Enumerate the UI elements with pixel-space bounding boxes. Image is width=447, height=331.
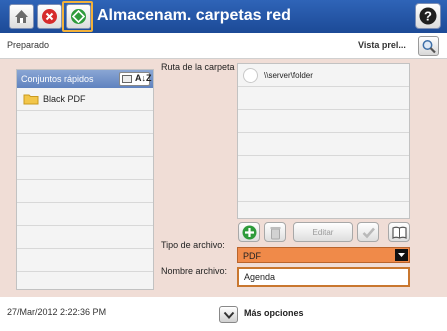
folder-icon [23, 94, 39, 105]
quick-sets-panel: Conjuntos rápidos A↓Z Black PDF [16, 69, 154, 290]
help-button[interactable]: ? [415, 3, 441, 29]
chevron-down-icon [223, 311, 235, 319]
start-button[interactable] [66, 4, 91, 29]
quick-set-item[interactable]: Black PDF [17, 88, 153, 111]
magnifier-icon [422, 40, 436, 54]
main-panel: Conjuntos rápidos A↓Z Black PDF Ruta de … [0, 59, 447, 297]
folder-path-item[interactable] [238, 156, 409, 179]
folder-path-item[interactable] [238, 179, 409, 202]
quick-set-item[interactable] [17, 157, 153, 180]
check-icon [362, 227, 375, 239]
preview-button[interactable] [418, 36, 439, 56]
quick-sets-header: Conjuntos rápidos A↓Z [17, 70, 153, 88]
quick-set-item[interactable] [17, 249, 153, 272]
folder-path-item[interactable] [238, 202, 409, 218]
home-icon [15, 10, 28, 23]
preview-label: Vista prel... [358, 40, 406, 50]
page-title: Almacenam. carpetas red [97, 7, 291, 24]
file-type-value: PDF [243, 251, 261, 261]
folder-path-list: \\server\folder [237, 63, 410, 219]
start-icon [71, 9, 86, 24]
quick-set-item[interactable] [17, 111, 153, 134]
help-icon: ? [419, 7, 437, 25]
edit-button[interactable]: Editar [293, 222, 353, 242]
quick-set-item[interactable] [17, 272, 153, 289]
quick-set-label: Black PDF [43, 94, 86, 104]
sort-button[interactable]: A↓Z [119, 72, 152, 86]
svg-text:?: ? [424, 9, 432, 24]
folder-path-item[interactable] [238, 87, 409, 110]
folder-path-item[interactable] [238, 133, 409, 156]
quick-set-item[interactable] [17, 203, 153, 226]
add-icon [242, 225, 257, 240]
quick-set-item[interactable] [17, 134, 153, 157]
home-button[interactable] [9, 4, 34, 29]
trash-icon [270, 227, 281, 240]
quick-set-item[interactable] [17, 226, 153, 249]
status-row: Preparado Vista prel... [0, 33, 447, 59]
stop-icon [42, 9, 57, 24]
folder-path-item[interactable] [238, 110, 409, 133]
check-button[interactable] [357, 222, 379, 242]
edit-label: Editar [312, 228, 334, 237]
folder-path-label: Ruta de la carpeta [161, 62, 235, 72]
status-text: Preparado [7, 40, 50, 50]
radio-icon [243, 68, 258, 83]
folder-path-item[interactable]: \\server\folder [238, 64, 409, 87]
file-name-label: Nombre archivo: [161, 266, 228, 276]
quick-sets-label: Conjuntos rápidos [21, 74, 94, 84]
add-button[interactable] [238, 222, 260, 242]
folder-path-text: \\server\folder [264, 71, 313, 80]
sort-box-icon [122, 75, 132, 83]
file-type-label: Tipo de archivo: [161, 240, 225, 250]
quick-set-item[interactable] [17, 180, 153, 203]
datetime: 27/Mar/2012 2:22:36 PM [7, 307, 107, 317]
chevron-down-icon [395, 249, 408, 261]
book-icon [392, 226, 407, 239]
address-book-button[interactable] [388, 222, 410, 242]
more-options-label[interactable]: Más opciones [244, 308, 304, 318]
file-name-input[interactable] [237, 267, 410, 287]
sort-az-icon: A↓Z [135, 73, 152, 83]
start-button-highlight [62, 1, 93, 32]
delete-button[interactable] [264, 222, 286, 242]
title-bar: Almacenam. carpetas red ? [0, 0, 447, 33]
stop-button[interactable] [37, 4, 62, 29]
more-options-button[interactable] [219, 306, 238, 323]
bottom-bar: 27/Mar/2012 2:22:36 PM Más opciones [0, 297, 447, 331]
file-type-select[interactable]: PDF [237, 247, 410, 263]
